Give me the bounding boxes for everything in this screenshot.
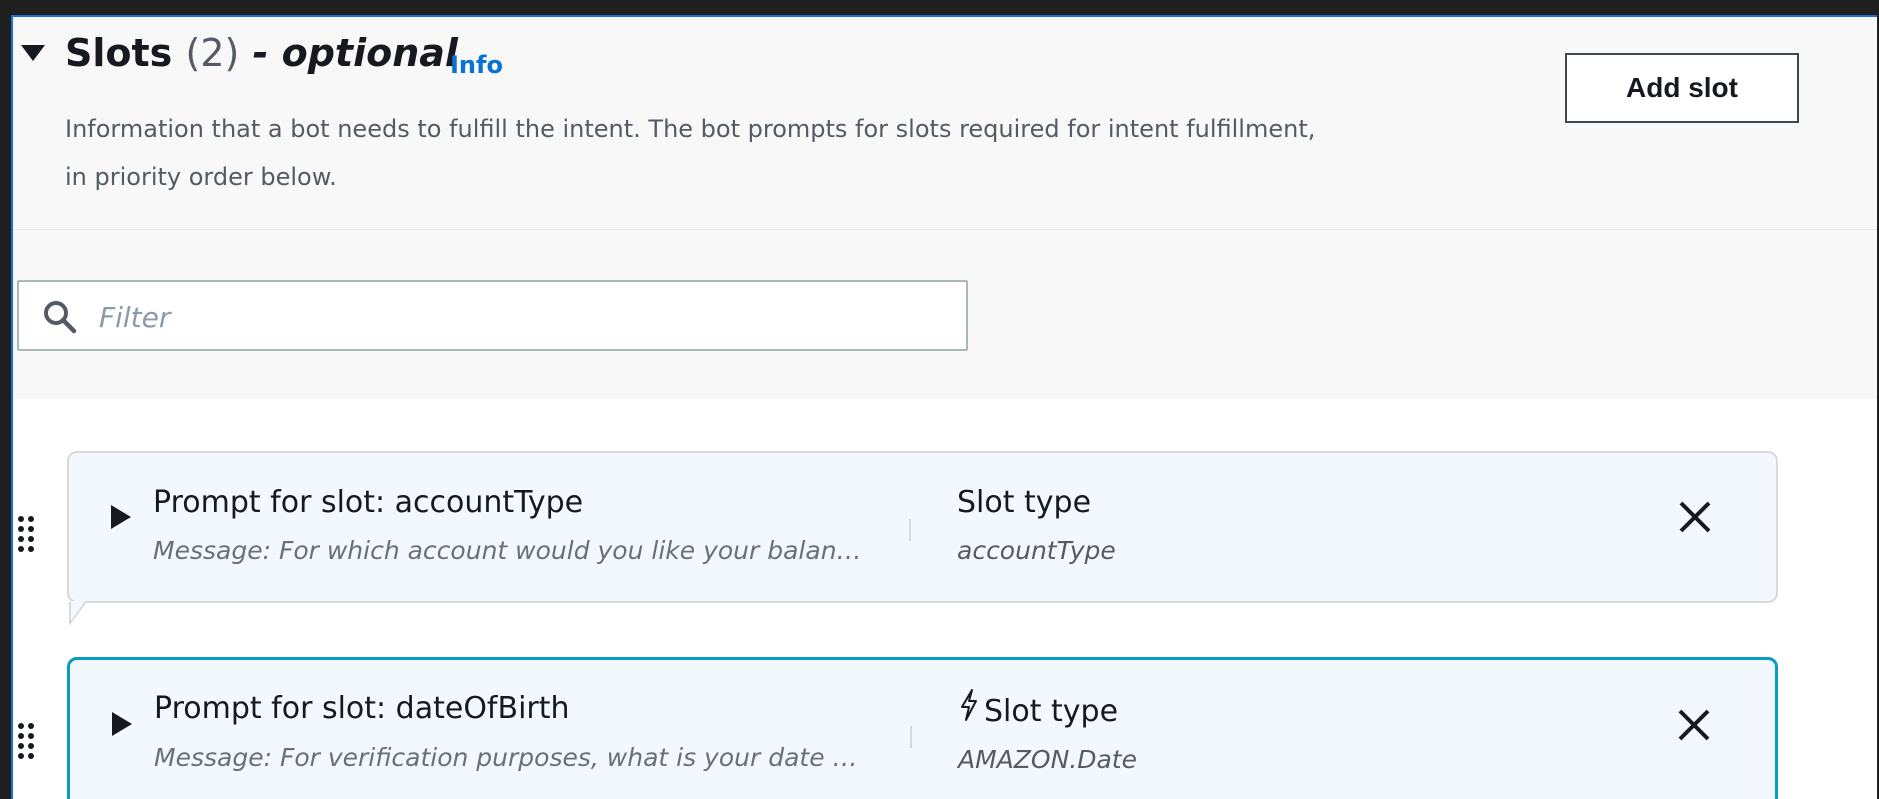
slot-prompt-title[interactable]: Prompt for slot: accountType <box>153 483 583 523</box>
filter-input[interactable] <box>97 292 941 342</box>
drag-handle-icon[interactable] <box>18 723 38 761</box>
drag-handle-icon[interactable] <box>18 516 38 554</box>
section-title[interactable]: Slots (2) - optional <box>65 29 458 77</box>
slot-prompt-message: Message: For which account would you lik… <box>153 536 862 565</box>
slot-type-value: AMAZON.Date <box>958 745 1137 774</box>
caret-right-icon[interactable] <box>112 712 132 736</box>
slot-type-label: Slot type <box>957 485 1092 520</box>
slot-count: (2) <box>185 31 240 75</box>
section-description: Information that a bot needs to fulfill … <box>65 115 1316 191</box>
separator <box>909 519 911 541</box>
slot-prompt-title[interactable]: Prompt for slot: dateOfBirth <box>154 689 570 729</box>
filter-field[interactable] <box>17 280 968 351</box>
card-pointer-fill <box>71 601 85 621</box>
slot-type-value: accountType <box>957 536 1116 565</box>
separator <box>910 726 912 748</box>
close-icon[interactable] <box>1676 707 1712 743</box>
slots-panel: Slots (2) - optional Info Information th… <box>11 15 1877 799</box>
slot-card: Prompt for slot: dateOfBirth Message: Fo… <box>67 657 1778 799</box>
search-icon <box>44 301 77 334</box>
close-icon[interactable] <box>1677 499 1713 535</box>
optional-label: - optional <box>252 31 458 75</box>
caret-right-icon[interactable] <box>111 505 131 529</box>
section-title-text: Slots <box>65 31 173 75</box>
lightning-icon <box>961 689 977 721</box>
slot-card: Prompt for slot: accountType Message: Fo… <box>67 451 1778 603</box>
slots-header: Slots (2) - optional Info Information th… <box>13 17 1877 399</box>
slot-prompt-message: Message: For verification purposes, what… <box>154 743 858 772</box>
add-slot-button[interactable]: Add slot <box>1565 53 1799 123</box>
slot-type-label: Slot type <box>984 694 1119 729</box>
caret-down-icon[interactable] <box>21 45 45 61</box>
info-link[interactable]: Info <box>450 51 503 79</box>
divider <box>13 229 1877 230</box>
